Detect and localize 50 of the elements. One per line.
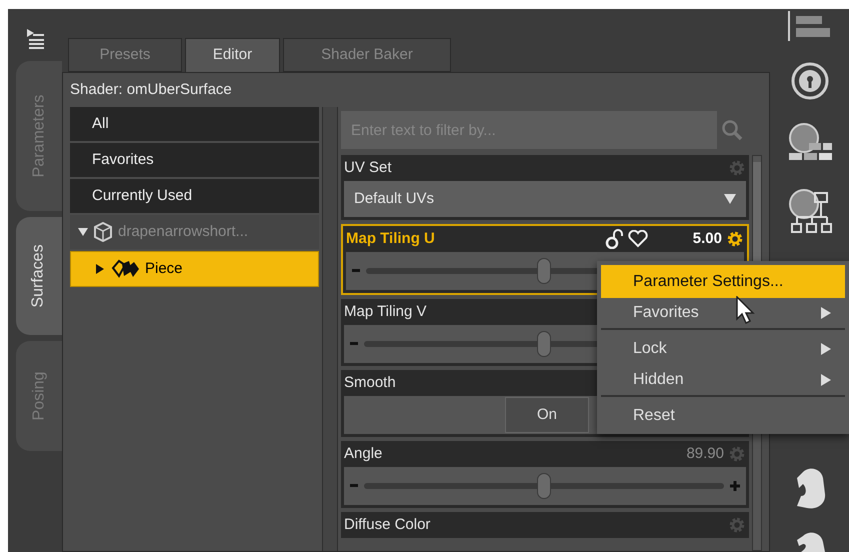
parameter-value[interactable]: 89.90	[686, 442, 724, 466]
filter-item[interactable]: Currently Used	[70, 179, 320, 213]
tab[interactable]: Shader Baker	[283, 38, 451, 72]
menu-item[interactable]: Reset	[601, 400, 845, 432]
filter-item[interactable]: Favorites	[70, 143, 320, 177]
tree-item[interactable]: Piece	[70, 251, 320, 287]
parameter-label: Map Tiling V	[344, 302, 427, 322]
menu-item[interactable]: Hidden	[601, 365, 845, 397]
parameter-value[interactable]: 5.00	[692, 228, 722, 250]
slider-track[interactable]	[364, 473, 724, 499]
parameter-label: Map Tiling U	[346, 228, 435, 249]
parameter-label: Angle	[344, 444, 382, 464]
lock-circle-icon[interactable]	[790, 61, 830, 101]
side-tab[interactable]: Surfaces	[16, 217, 62, 335]
tree-item[interactable]: drapenarrowshort...	[70, 215, 320, 249]
plus-icon[interactable]	[730, 481, 740, 491]
minus-icon[interactable]	[352, 269, 360, 273]
parameter-label: UV Set	[344, 158, 392, 178]
toggle-button[interactable]: On	[505, 397, 589, 433]
tab[interactable]: Presets	[68, 38, 182, 72]
slider-thumb[interactable]	[537, 258, 551, 284]
splitter-handle[interactable]	[322, 107, 338, 551]
menu-item[interactable]: Parameter Settings...	[601, 265, 845, 298]
mouse-cursor-icon	[736, 296, 758, 326]
minus-icon[interactable]	[350, 484, 358, 488]
panel-menu-icon[interactable]	[25, 27, 45, 49]
panel-list-icon[interactable]	[788, 11, 832, 41]
lock-icon[interactable]	[604, 229, 623, 249]
gear-icon[interactable]	[726, 230, 744, 248]
submenu-arrow-icon	[821, 307, 831, 319]
slider-thumb[interactable]	[537, 473, 551, 499]
submenu-arrow-icon	[821, 374, 831, 386]
tree-label: Piece	[145, 258, 183, 279]
collapsed-arrow-icon[interactable]	[95, 264, 105, 274]
cube-icon	[93, 222, 113, 242]
tab[interactable]: Editor	[185, 38, 280, 72]
shader-name: Shader: omUberSurface	[70, 80, 233, 100]
filter-item[interactable]: All	[70, 107, 320, 141]
parameter-label: Diffuse Color	[344, 514, 430, 535]
submenu-arrow-icon	[821, 343, 831, 355]
expanded-arrow-icon[interactable]	[78, 227, 88, 237]
menu-item[interactable]: Lock	[601, 333, 845, 365]
parameter-label: Smooth	[344, 372, 396, 393]
uv-dropdown[interactable]: Default UVs	[344, 181, 746, 217]
material-tiles-icon	[110, 259, 140, 279]
minus-icon[interactable]	[350, 342, 358, 346]
tree-label: drapenarrowshort...	[118, 222, 248, 242]
slider-thumb[interactable]	[537, 331, 551, 357]
caret-icon	[724, 194, 736, 204]
heart-icon[interactable]	[626, 230, 649, 248]
